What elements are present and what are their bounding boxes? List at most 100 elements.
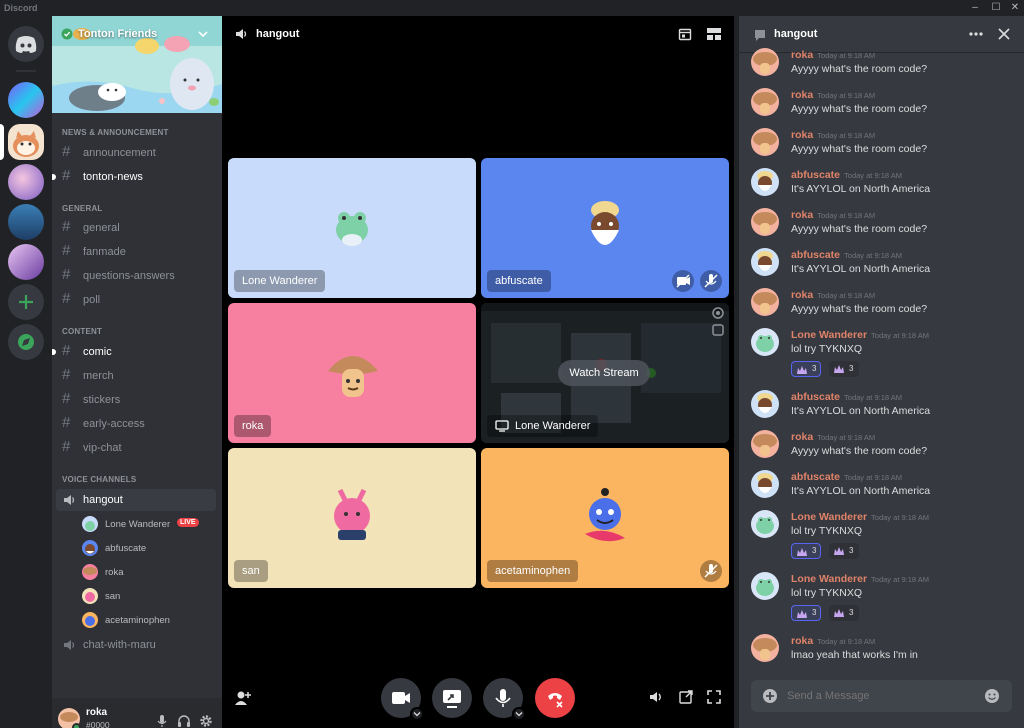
close-window-button[interactable]: ✕ [1008, 1, 1022, 15]
author-name[interactable]: abfuscate [791, 249, 840, 261]
chat-message[interactable]: roka Today at 9:18 AM Ayyyy what's the roo… [739, 88, 1024, 122]
chat-message[interactable]: abfuscate Today at 9:18 AM It's AYYLOL on … [739, 390, 1024, 424]
chevron-down-icon[interactable] [198, 29, 208, 39]
fullscreen-icon[interactable] [706, 689, 722, 705]
message-author[interactable]: roka Today at 9:18 AM [791, 129, 875, 141]
channel-stickers[interactable]: # stickers [56, 389, 216, 411]
channel-comic[interactable]: # comic [52, 341, 216, 363]
message-author[interactable]: roka Today at 9:18 AM [791, 89, 875, 101]
video-tile-abfuscate[interactable]: abfuscate [481, 158, 729, 298]
channel-questions-answers[interactable]: # questions-answers [56, 265, 216, 287]
chat-message[interactable]: roka Today at 9:18 AM Ayyyy what's the roo… [739, 430, 1024, 464]
author-name[interactable]: roka [791, 49, 813, 61]
server-icon-1[interactable] [8, 82, 44, 118]
chat-message[interactable]: roka Today at 9:18 AM Ayyyy what's the roo… [739, 288, 1024, 322]
video-tile-roka[interactable]: roka [228, 303, 476, 443]
channel-poll[interactable]: # poll [56, 289, 216, 311]
popout-window-icon[interactable] [678, 689, 694, 705]
chat-message[interactable]: Lone Wanderer Today at 9:18 AM lol try TYK… [739, 510, 1024, 562]
message-author[interactable]: abfuscate Today at 9:18 AM [791, 169, 902, 181]
popout-icon[interactable] [711, 323, 725, 337]
calendar-icon[interactable] [678, 27, 692, 41]
chat-message[interactable]: Lone Wanderer Today at 9:18 AM lol try TYK… [739, 572, 1024, 624]
channel-general[interactable]: # general [56, 217, 216, 239]
home-button[interactable] [8, 26, 44, 62]
category-voice[interactable]: VOICE CHANNELS [62, 475, 136, 484]
message-author[interactable]: roka Today at 9:18 AM [791, 289, 875, 301]
message-author[interactable]: Lone Wanderer Today at 9:18 AM [791, 329, 929, 341]
share-screen-button[interactable] [432, 678, 472, 718]
message-author[interactable]: roka Today at 9:18 AM [791, 209, 875, 221]
reaction-button[interactable]: 3 [791, 543, 821, 559]
reaction-button[interactable]: 3 [829, 543, 859, 559]
explore-servers-button[interactable] [8, 324, 44, 360]
chat-message[interactable]: abfuscate Today at 9:18 AM It's AYYLOL on … [739, 248, 1024, 282]
microphone-icon[interactable] [155, 714, 169, 728]
voice-user-lone-wanderer[interactable]: Lone Wanderer LIVE [82, 513, 222, 535]
close-icon[interactable] [997, 27, 1011, 41]
channel-merch[interactable]: # merch [56, 365, 216, 387]
camera-options-chevron[interactable] [410, 707, 424, 721]
category-general[interactable]: GENERAL [62, 204, 103, 213]
settings-icon[interactable] [711, 306, 725, 320]
add-server-button[interactable] [8, 284, 44, 320]
chat-message[interactable]: roka Today at 9:18 AM Ayyyy what's the roo… [739, 48, 1024, 82]
avatar[interactable] [751, 248, 779, 276]
avatar[interactable] [751, 390, 779, 418]
channel-vip-chat[interactable]: # vip-chat [56, 437, 216, 459]
add-attachment-icon[interactable] [762, 688, 778, 704]
avatar[interactable] [751, 328, 779, 356]
message-author[interactable]: roka Today at 9:18 AM [791, 431, 875, 443]
server-icon-3[interactable] [8, 164, 44, 200]
author-name[interactable]: Lone Wanderer [791, 511, 867, 523]
maximize-button[interactable]: ☐ [989, 1, 1003, 15]
avatar[interactable] [751, 288, 779, 316]
author-name[interactable]: abfuscate [791, 169, 840, 181]
channel-early-access[interactable]: # early-access [56, 413, 216, 435]
voice-user-acetaminophen[interactable]: acetaminophen [82, 609, 222, 631]
chat-message[interactable]: Lone Wanderer Today at 9:18 AM lol try TYK… [739, 328, 1024, 380]
avatar[interactable] [751, 634, 779, 662]
avatar[interactable] [751, 128, 779, 156]
watch-stream-button[interactable]: Watch Stream [558, 360, 650, 386]
author-name[interactable]: roka [791, 89, 813, 101]
voice-user-san[interactable]: san [82, 585, 222, 607]
server-icon-4[interactable] [8, 204, 44, 240]
category-news[interactable]: NEWS & ANNOUNCEMENT [62, 128, 169, 137]
reaction-button[interactable]: 3 [829, 605, 859, 621]
message-input[interactable] [787, 687, 977, 705]
server-icon-5[interactable] [8, 244, 44, 280]
camera-button[interactable] [381, 678, 424, 721]
minimize-button[interactable]: – [968, 1, 982, 15]
chat-message[interactable]: abfuscate Today at 9:18 AM It's AYYLOL on … [739, 168, 1024, 202]
avatar[interactable] [751, 572, 779, 600]
microphone-button[interactable] [483, 678, 526, 721]
avatar[interactable] [751, 48, 779, 76]
mic-options-chevron[interactable] [512, 707, 526, 721]
message-author[interactable]: abfuscate Today at 9:18 AM [791, 471, 902, 483]
chat-message[interactable]: roka Today at 9:18 AM Ayyyy what's the roo… [739, 208, 1024, 242]
author-name[interactable]: Lone Wanderer [791, 329, 867, 341]
grid-layout-icon[interactable] [706, 27, 722, 41]
category-content[interactable]: CONTENT [62, 327, 102, 336]
author-name[interactable]: roka [791, 209, 813, 221]
emoji-icon[interactable] [984, 688, 1000, 704]
reaction-button[interactable]: 3 [791, 605, 821, 621]
invite-user-icon[interactable] [234, 690, 252, 706]
avatar[interactable] [751, 470, 779, 498]
author-name[interactable]: Lone Wanderer [791, 573, 867, 585]
author-name[interactable]: abfuscate [791, 471, 840, 483]
video-tile-lone-wanderer[interactable]: Lone Wanderer [228, 158, 476, 298]
video-tile-san[interactable]: san [228, 448, 476, 588]
voice-channel-chat-with-maru[interactable]: chat-with-maru [56, 634, 216, 656]
message-author[interactable]: abfuscate Today at 9:18 AM [791, 249, 902, 261]
message-author[interactable]: roka Today at 9:18 AM [791, 49, 875, 61]
author-name[interactable]: roka [791, 431, 813, 443]
voice-user-roka[interactable]: roka [82, 561, 222, 583]
message-author[interactable]: abfuscate Today at 9:18 AM [791, 391, 902, 403]
chat-message[interactable]: roka Today at 9:18 AM lmao yeah that works… [739, 634, 1024, 668]
disconnect-button[interactable] [535, 678, 575, 718]
avatar[interactable] [751, 430, 779, 458]
reaction-button[interactable]: 3 [829, 361, 859, 377]
gear-icon[interactable] [199, 714, 213, 728]
